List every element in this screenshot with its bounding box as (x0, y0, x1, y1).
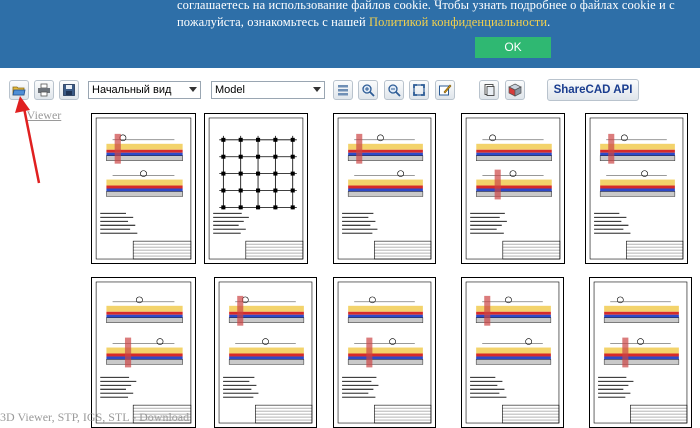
drawing-thumbnail[interactable] (589, 277, 692, 428)
layers-button[interactable] (333, 80, 353, 100)
viewer-toolbar: Начальный вид Model ShareCAD API (0, 78, 700, 104)
layers-icon (338, 85, 348, 96)
chevron-down-icon (189, 87, 197, 92)
drawing-preview (589, 117, 684, 260)
open-icon (12, 86, 26, 96)
privacy-policy-link[interactable]: Политикой конфиденциальности (369, 15, 547, 29)
drawing-preview (337, 117, 432, 260)
cookie-message: соглашаетесь на использование файлов coo… (177, 0, 700, 31)
drawing-preview (218, 281, 313, 424)
drawing-preview (593, 281, 688, 424)
viewer-link-label: Viewer (26, 108, 62, 122)
cookie-ok-button[interactable]: OK (475, 37, 551, 58)
save-button[interactable] (59, 80, 79, 100)
drawing-preview (465, 281, 560, 424)
layout-select[interactable]: Model (211, 81, 325, 99)
sharecad-api-button[interactable]: ShareCAD API (547, 79, 639, 101)
3d-icon (508, 83, 522, 97)
drawing-thumbnail[interactable] (585, 113, 688, 264)
cookie-line-2-suffix: . (547, 15, 551, 29)
cookie-banner: соглашаетесь на использование файлов coo… (0, 0, 700, 68)
3d-button[interactable] (505, 80, 525, 100)
zoom-out-icon (388, 84, 401, 97)
print-icon (38, 83, 50, 97)
drawing-thumbnail[interactable] (333, 277, 436, 428)
layout-select-value: Model (215, 84, 245, 96)
drawing-preview (465, 117, 561, 260)
copy-button[interactable] (479, 80, 499, 100)
footer-download-text[interactable]: 3D Viewer, STP, IGS, STL - Download (0, 410, 189, 425)
drawing-thumbnail[interactable] (461, 277, 564, 428)
drawing-thumbnail[interactable] (91, 113, 196, 264)
drawing-preview (95, 117, 192, 260)
view-select-value: Начальный вид (92, 84, 172, 96)
3d-viewer-prefix: 3D (12, 108, 27, 122)
cookie-line-2: пожалуйста, ознакомьтесь с нашей Политик… (177, 14, 700, 31)
edit-icon (439, 84, 452, 96)
save-icon (63, 84, 75, 96)
fit-icon (413, 84, 425, 96)
drawing-thumbnail[interactable] (333, 113, 436, 264)
drawing-thumbnail[interactable] (214, 277, 317, 428)
print-button[interactable] (34, 80, 54, 100)
cookie-line-2-prefix: пожалуйста, ознакомьтесь с нашей (177, 15, 369, 29)
drawing-thumbnail[interactable] (204, 113, 308, 264)
cookie-line-1: соглашаетесь на использование файлов coo… (177, 0, 675, 12)
drawing-thumbnail[interactable] (461, 113, 565, 264)
drawing-preview (337, 281, 432, 424)
edit-button[interactable] (435, 80, 455, 100)
chevron-down-icon (313, 87, 321, 92)
copy-icon (484, 84, 495, 96)
open-file-button[interactable] (9, 80, 29, 100)
view-select[interactable]: Начальный вид (88, 81, 201, 99)
zoom-in-icon (362, 84, 375, 97)
fit-to-screen-button[interactable] (409, 80, 429, 100)
zoom-out-button[interactable] (384, 80, 404, 100)
3d-viewer-link[interactable]: 3DViewer (12, 108, 62, 123)
drawing-preview (208, 117, 304, 260)
drawing-thumbnail[interactable] (91, 277, 196, 428)
zoom-in-button[interactable] (358, 80, 378, 100)
drawing-preview (95, 281, 192, 424)
